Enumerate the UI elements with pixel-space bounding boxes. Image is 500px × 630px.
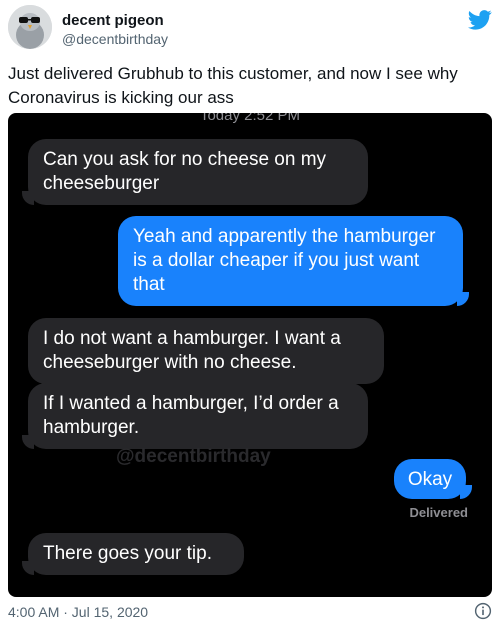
message-bubble-outgoing: Okay xyxy=(394,459,466,499)
info-icon[interactable] xyxy=(474,602,492,620)
tweet-text: Just delivered Grubhub to this customer,… xyxy=(8,64,458,107)
display-name[interactable]: decent pigeon xyxy=(62,12,164,29)
pigeon-avatar-image xyxy=(8,5,52,49)
chat-screenshot[interactable]: Today 2:52 PM Can you ask for no cheese … xyxy=(8,113,492,597)
twitter-bird-icon[interactable] xyxy=(468,9,492,31)
message-bubble-outgoing: Yeah and apparently the hamburger is a d… xyxy=(118,216,463,306)
watermark: @decentbirthday xyxy=(116,446,271,467)
tweet-header: decent pigeon @decentbirthday xyxy=(8,5,492,53)
bubble-tail xyxy=(22,561,34,575)
bubble-tail xyxy=(460,485,472,499)
bubble-tail xyxy=(22,435,34,449)
message-bubble-incoming: Can you ask for no cheese on my cheesebu… xyxy=(28,139,368,205)
message-bubble-incoming: There goes your tip. xyxy=(28,533,244,575)
delivered-status: Delivered xyxy=(409,505,468,520)
message-bubble-incoming: I do not want a hamburger. I want a chee… xyxy=(28,318,384,384)
handle[interactable]: @decentbirthday xyxy=(62,31,168,47)
avatar[interactable] xyxy=(8,5,52,49)
bubble-tail xyxy=(22,191,34,205)
tweet-timestamp[interactable]: 4:00 AM · Jul 15, 2020 xyxy=(8,604,148,620)
bubble-tail xyxy=(457,292,469,306)
message-bubble-incoming: If I wanted a hamburger, I’d order a ham… xyxy=(28,383,368,449)
conversation-timestamp: Today 2:52 PM xyxy=(199,113,301,124)
